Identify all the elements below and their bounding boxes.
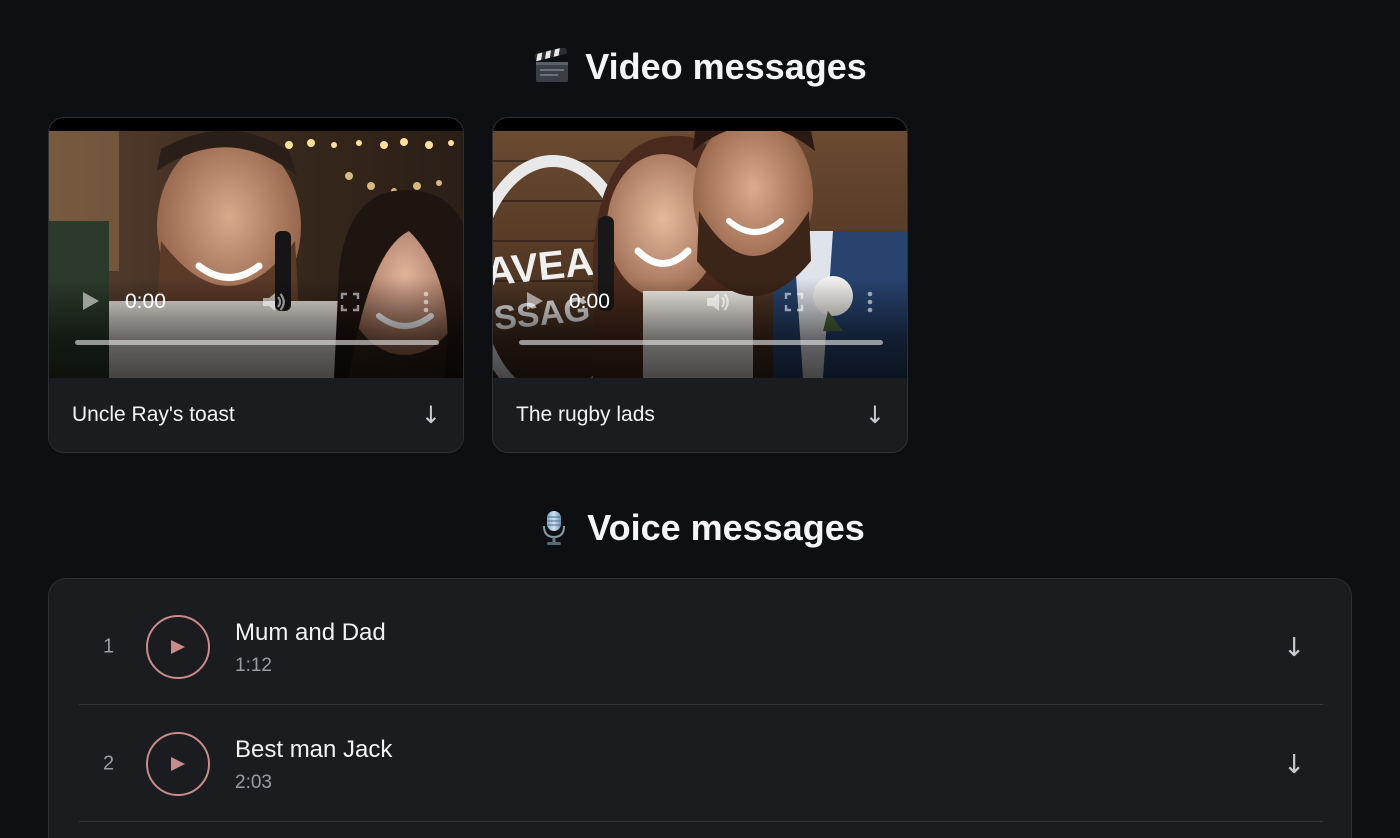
play-button[interactable]: [146, 615, 210, 679]
video-player[interactable]: 0:00: [49, 118, 463, 378]
video-card-footer: Uncle Ray's toast ↓: [49, 378, 463, 452]
video-controls-overlay: [49, 278, 463, 378]
more-options-icon[interactable]: [422, 291, 430, 313]
video-card: 0:00 Uncle Ray's toast ↓: [48, 117, 464, 453]
video-time: 0:00: [569, 290, 610, 313]
fullscreen-icon[interactable]: [784, 292, 804, 312]
microphone-icon: [543, 511, 566, 545]
video-messages-title: Video messages: [585, 46, 867, 87]
volume-icon[interactable]: [261, 290, 287, 314]
voice-message-number: 2: [103, 752, 115, 775]
voice-message-row: 1 Mum and Dad 1:12 ↓: [79, 589, 1323, 705]
voice-message-duration: 2:03: [235, 772, 272, 793]
download-arrow-icon: ↓: [1283, 633, 1305, 663]
play-icon: [171, 640, 185, 654]
voice-message-duration: 1:12: [235, 655, 272, 676]
video-time: 0:00: [125, 290, 166, 313]
voice-messages-heading: Voice messages: [0, 505, 1400, 551]
video-progress-bar[interactable]: [519, 340, 883, 345]
download-button[interactable]: ↓: [865, 401, 885, 429]
fullscreen-icon[interactable]: [340, 292, 360, 312]
voice-messages-title: Voice messages: [587, 507, 865, 548]
voice-message-title: Best man Jack: [235, 736, 393, 763]
download-arrow-icon: ↓: [864, 401, 885, 429]
play-icon: [171, 757, 185, 771]
voice-message-row: 2 Best man Jack 2:03 ↓: [79, 706, 1323, 822]
video-card-footer: The rugby lads ↓: [493, 378, 907, 452]
video-title: Uncle Ray's toast: [72, 403, 235, 426]
voice-messages-list: 1 Mum and Dad 1:12 ↓ 2 Best man Jack 2:0…: [48, 578, 1352, 838]
download-button[interactable]: ↓: [1283, 750, 1305, 780]
video-messages-heading: Video messages: [0, 44, 1400, 90]
volume-icon[interactable]: [705, 290, 731, 314]
download-button[interactable]: ↓: [1283, 633, 1305, 663]
clapperboard-icon: [534, 48, 569, 82]
page: Video messages 0:00 Uncle Ray's toast ↓ …: [0, 0, 1400, 838]
video-card: AVEA SSAG: [492, 117, 908, 453]
play-icon[interactable]: [81, 290, 101, 312]
play-button[interactable]: [146, 732, 210, 796]
voice-message-number: 1: [103, 635, 115, 658]
video-controls-overlay: [493, 278, 907, 378]
download-button[interactable]: ↓: [421, 401, 441, 429]
video-progress-bar[interactable]: [75, 340, 439, 345]
play-icon[interactable]: [525, 290, 545, 312]
more-options-icon[interactable]: [866, 291, 874, 313]
video-title: The rugby lads: [516, 403, 655, 426]
download-arrow-icon: ↓: [1283, 750, 1305, 780]
download-arrow-icon: ↓: [420, 401, 441, 429]
video-player[interactable]: AVEA SSAG: [493, 118, 907, 378]
voice-message-title: Mum and Dad: [235, 619, 386, 646]
